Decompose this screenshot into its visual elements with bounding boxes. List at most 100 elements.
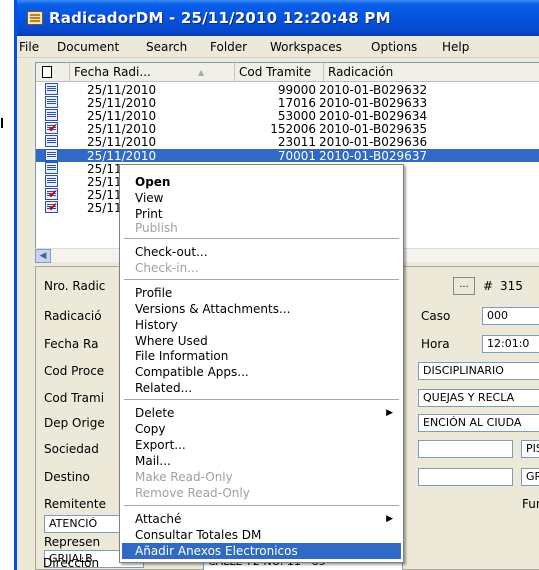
menu-item-label: Attaché [135,512,182,526]
menu-item-label: History [135,318,178,332]
dep-origen-field[interactable]: ENCIÓN AL CIUDA [418,414,539,432]
menu-item-label: Delete [135,406,175,420]
menu-item-export[interactable]: Export... [122,437,401,453]
menu-item-publish: Publish [122,220,401,236]
menu-bar: File Document Search Folder Workspaces O… [17,36,539,58]
menu-item-label: Remove Read-Only [135,486,250,500]
menu-item-history[interactable]: History [122,317,401,333]
menu-item-label: Mail... [135,454,171,468]
table-row[interactable]: 25/11/2010 70001 2010-01-B029637 [36,149,539,163]
hash-label: # [483,279,494,293]
row-radicacion: 2010-01-B029636 [319,135,428,149]
menu-item-label: Versions & Attachments... [135,302,291,316]
menu-folder[interactable]: Folder [210,40,247,54]
row-date: 25/11/2010 [87,83,157,97]
column-fecha-header[interactable]: Fecha Radi... ▲ [70,63,235,82]
menu-file[interactable]: File [19,40,39,54]
menu-item-related[interactable]: Related... [122,380,401,396]
sociedad-code-field[interactable]: PIS [521,440,539,458]
context-menu: Open View Print Publish Check-out... Check-in… [119,164,404,563]
browse-button[interactable]: ... [453,277,475,295]
submenu-arrow-icon: ▶ [386,408,393,418]
sociedad-field[interactable] [418,440,513,458]
column-cod-tramite-header[interactable]: Cod Tramite [235,63,324,82]
menu-item-compatible-apps[interactable]: Compatible Apps... [122,364,401,380]
menu-item-label: Open [135,175,171,189]
row-cod-tramite: 23011 [277,135,316,149]
representante-label: Represen [44,535,101,549]
row-date: 25/11/2010 [87,122,157,136]
menu-separator [124,279,399,280]
table-row[interactable]: ✔ 25/11/2010 152006 2010-01-B029635 [36,121,539,136]
radicacion-label: Radicació [44,309,102,323]
table-row[interactable]: 25/11/2010 23011 2010-01-B029636 [36,135,539,149]
list-header: Fecha Radi... ▲ Cod Tramite Radicación [36,63,539,82]
row-date: 25/11/2010 [87,109,157,123]
caso-field[interactable]: 000 [482,307,539,325]
menu-item-where-used[interactable]: Where Used [122,333,401,349]
menu-item-view[interactable]: View [122,190,401,206]
menu-item-consultar-totales-dm[interactable]: Consultar Totales DM [122,527,401,543]
menu-separator [124,238,399,239]
doc-icon [45,149,60,162]
menu-document[interactable]: Document [57,40,119,54]
title-bar[interactable]: RadicadorDM - 25/11/2010 12:20:48 PM [17,0,539,36]
menu-item-check-in: Check-in... [122,260,401,276]
nro-radicado-label: Nro. Radic [44,279,106,293]
menu-search[interactable]: Search [146,40,187,54]
column-icon-header[interactable] [36,63,70,82]
nro-radicado-value: 315 [500,279,523,293]
row-date: 25/11 [87,201,122,215]
row-cod-tramite: 53000 [277,109,316,123]
funcionario-label: Fun [522,497,539,511]
menu-item-label: Profile [135,286,173,300]
row-cod-tramite: 99000 [277,83,316,97]
cod-proceso-field[interactable]: DISCIPLINARIO [418,362,539,380]
menu-item-check-out[interactable]: Check-out... [122,244,401,260]
menu-item-label: File Information [135,349,229,363]
menu-help[interactable]: Help [442,40,469,54]
hora-field[interactable]: 12:01:0 [482,335,539,353]
caso-label: Caso [421,309,451,323]
menu-item-open[interactable]: Open [122,174,401,190]
window-title: RadicadorDM - 25/11/2010 12:20:48 PM [49,9,391,27]
column-radicacion-label: Radicación [328,65,394,79]
destino-code-field[interactable]: GR [521,468,539,486]
column-radicacion-header[interactable]: Radicación [324,63,539,82]
menu-item-añadir-anexos-electronicos[interactable]: Añadir Anexos Electronicos [122,543,401,559]
menu-item-delete[interactable]: Delete ▶ [122,405,401,421]
row-date: 25/11/2010 [87,96,157,110]
menu-item-file-information[interactable]: File Information [122,348,401,364]
menu-workspaces[interactable]: Workspaces [270,40,342,54]
table-row[interactable]: 25/11/2010 17016 2010-01-B029633 [36,96,539,110]
direccion-label: Dirección [43,556,100,570]
submenu-arrow-icon: ▶ [386,514,393,524]
menu-item-label: View [135,191,164,205]
row-cod-tramite: 70001 [277,149,316,163]
menu-item-versions-attachments[interactable]: Versions & Attachments... [122,301,401,317]
app-icon [27,11,43,25]
destino-field[interactable] [418,468,513,486]
menu-item-label: Añadir Anexos Electronicos [135,544,298,558]
menu-item-label: Make Read-Only [135,470,233,484]
menu-item-label: Copy [135,422,166,436]
cod-tramite-field[interactable]: QUEJAS Y RECLA [418,389,539,407]
menu-item-make-read-only: Make Read-Only [122,469,401,485]
menu-item-label: Export... [135,438,186,452]
menu-item-attaché[interactable]: Attaché ▶ [122,511,401,527]
menu-options[interactable]: Options [371,40,417,54]
menu-item-label: Check-out... [135,245,208,259]
menu-item-profile[interactable]: Profile [122,285,401,301]
column-cod-tramite-label: Cod Tramite [239,65,312,79]
row-radicacion: 2010-01-B029637 [319,149,428,163]
table-row[interactable]: 25/11/2010 53000 2010-01-B029634 [36,109,539,123]
menu-item-copy[interactable]: Copy [122,421,401,437]
row-cod-tramite: 152006 [270,122,316,136]
sort-ascending-icon: ▲ [198,68,205,77]
menu-item-mail[interactable]: Mail... [122,453,401,469]
scroll-left-icon[interactable]: ◀ [35,249,51,263]
table-row[interactable]: 25/11/2010 99000 2010-01-B029632 [36,83,539,97]
destino-label: Destino [44,470,90,484]
column-fecha-label: Fecha Radi... [74,65,151,79]
row-date: 25/11/2010 [87,149,157,163]
